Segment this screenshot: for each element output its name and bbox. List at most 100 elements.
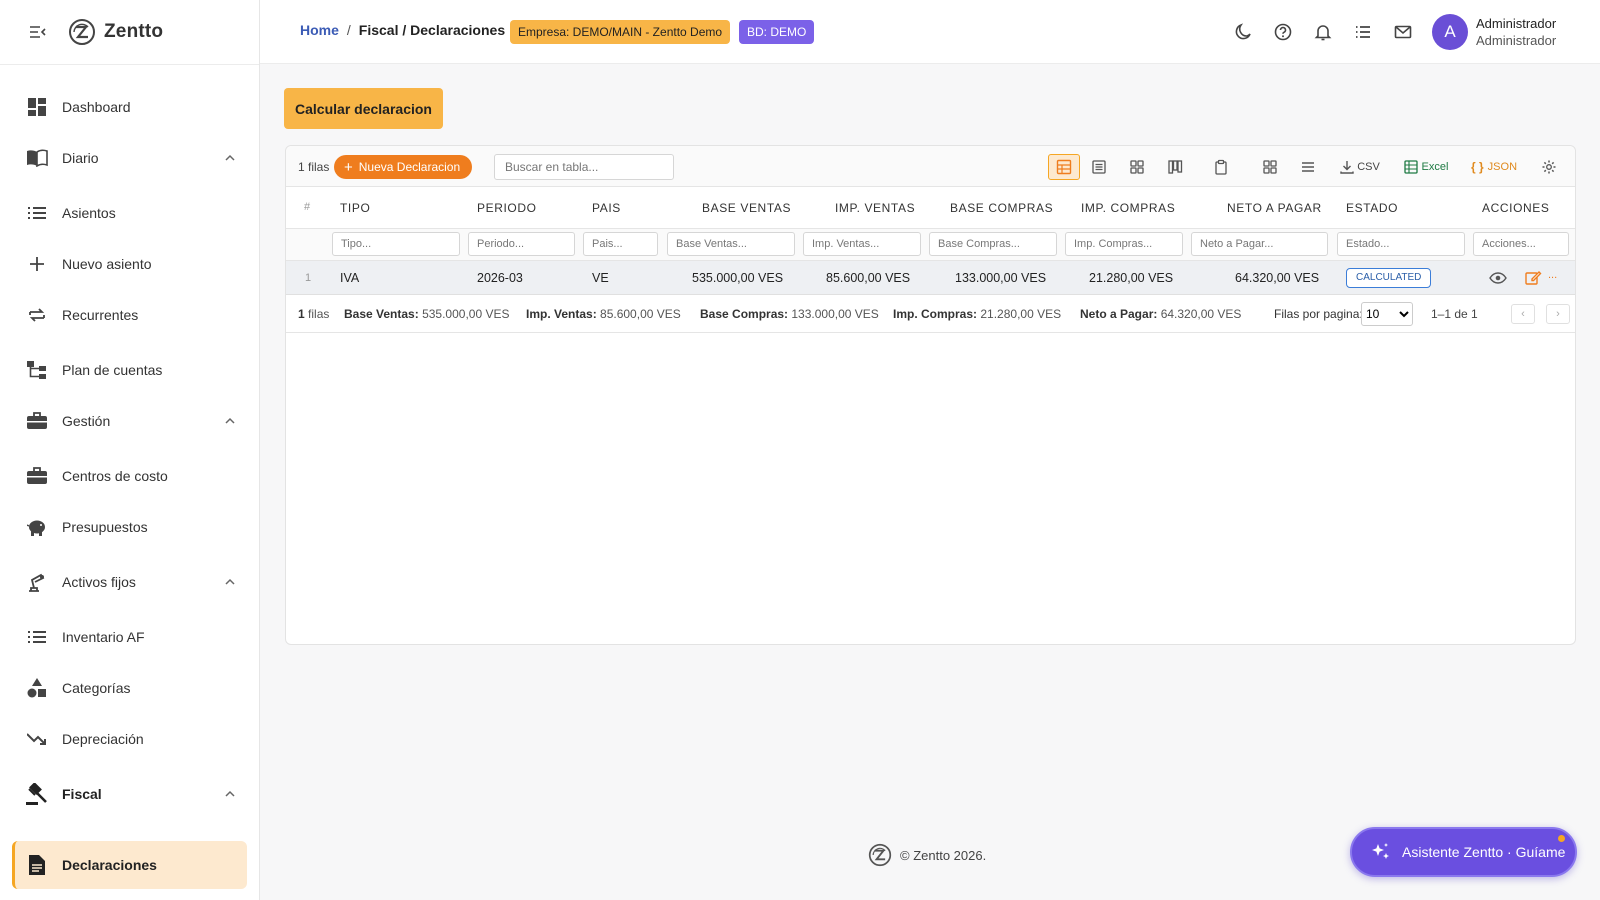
sidebar-item-dashboard[interactable]: Dashboard	[12, 84, 247, 130]
empresa-badge: Empresa: DEMO/MAIN - Zentto Demo	[510, 20, 731, 44]
summary-base-ventas: 535.000,00 VES	[422, 307, 510, 321]
sidebar-item-label: Activos fijos	[62, 574, 136, 590]
filter-imp-ventas-input[interactable]	[803, 232, 921, 256]
summary-base-compras: 133.000,00 VES	[791, 307, 879, 321]
filter-pais-input[interactable]	[583, 232, 658, 256]
plus-icon	[26, 253, 48, 275]
mail-icon[interactable]	[1393, 22, 1413, 42]
summary-imp-compras-label: Imp. Compras:	[893, 307, 978, 321]
menu-collapse-icon[interactable]	[28, 22, 48, 42]
sidebar-item-label: Nuevo asiento	[62, 256, 152, 272]
category-icon	[26, 677, 48, 699]
database-badge: BD: DEMO	[739, 20, 815, 44]
json-label: JSON	[1487, 161, 1518, 173]
table-header: # TIPO PERIODO PAIS BASE VENTAS IMP. VEN…	[286, 187, 1575, 229]
user-info[interactable]: Administrador Administrador	[1476, 15, 1556, 49]
help-icon[interactable]	[1273, 22, 1293, 42]
filter-neto-input[interactable]	[1191, 232, 1328, 256]
filter-estado-input[interactable]	[1337, 232, 1465, 256]
sidebar-item-diario[interactable]: Diario	[12, 135, 247, 181]
sidebar-item-nuevo-asiento[interactable]: Nuevo asiento	[12, 241, 247, 287]
row-index: 1	[305, 272, 312, 284]
summary-imp-compras: 21.280,00 VES	[980, 307, 1062, 321]
rows-per-page-label: Filas por pagina:	[1274, 307, 1363, 321]
column-header-estado[interactable]: ESTADO	[1346, 201, 1398, 215]
breadcrumb-home-link[interactable]: Home	[300, 22, 339, 38]
prev-page-button[interactable]: ‹	[1511, 304, 1535, 324]
column-header-pais[interactable]: PAIS	[592, 201, 621, 215]
summary-count-label: filas	[308, 307, 330, 321]
sidebar-item-declaraciones[interactable]: Declaraciones	[12, 841, 247, 889]
column-header-neto-a-pagar[interactable]: NETO A PAGAR	[1227, 201, 1322, 215]
compact-view-icon[interactable]	[1086, 154, 1112, 180]
density-icon[interactable]	[1295, 154, 1321, 180]
column-header-imp-compras[interactable]: IMP. COMPRAS	[1081, 201, 1175, 215]
more-actions-icon[interactable]: ...	[1548, 269, 1557, 281]
bell-icon[interactable]	[1313, 22, 1333, 42]
filter-periodo-input[interactable]	[468, 232, 575, 256]
row-count: 1 filas	[298, 160, 330, 174]
sidebar-item-centros-de-costo[interactable]: Centros de costo	[12, 453, 247, 499]
sidebar-item-plan-de-cuentas[interactable]: Plan de cuentas	[12, 347, 247, 393]
moon-icon[interactable]	[1233, 22, 1253, 42]
briefcase-icon	[26, 465, 48, 487]
nueva-declaracion-button[interactable]: + Nueva Declaracion	[334, 155, 473, 179]
sidebar-item-presupuestos[interactable]: Presupuestos	[12, 504, 247, 550]
filter-acciones-input[interactable]	[1473, 232, 1569, 256]
piggy-bank-icon	[26, 516, 48, 538]
filter-base-ventas-input[interactable]	[667, 232, 795, 256]
next-page-button[interactable]: ›	[1546, 304, 1570, 324]
sidebar-item-activos-fijos[interactable]: Activos fijos	[12, 559, 247, 605]
sidebar-item-gestion[interactable]: Gestión	[12, 398, 247, 444]
sidebar-item-depreciacion[interactable]: Depreciación	[12, 716, 247, 762]
sidebar-item-label: Categorías	[62, 680, 131, 696]
precision-icon	[26, 571, 48, 593]
grid-view-icon[interactable]	[1124, 154, 1150, 180]
kanban-view-icon[interactable]	[1162, 154, 1188, 180]
view-eye-icon[interactable]	[1489, 269, 1507, 287]
column-header-base-ventas[interactable]: BASE VENTAS	[702, 201, 791, 215]
table-search-input[interactable]	[494, 154, 674, 180]
summary-neto-label: Neto a Pagar:	[1080, 307, 1158, 321]
download-icon	[1340, 161, 1354, 174]
summary-imp-ventas-label: Imp. Ventas:	[526, 307, 597, 321]
column-header-tipo[interactable]: TIPO	[340, 201, 370, 215]
column-header-base-compras[interactable]: BASE COMPRAS	[950, 201, 1053, 215]
grid-toolbar: 1 filas + Nueva Declaracion CSV Excel { …	[286, 146, 1575, 187]
avatar[interactable]: A	[1432, 14, 1468, 50]
calcular-declaracion-button[interactable]: Calcular declaracion	[284, 88, 443, 129]
sidebar-item-label: Depreciación	[62, 731, 144, 747]
table-view-icon[interactable]	[1048, 154, 1080, 180]
sidebar-item-asientos[interactable]: Asientos	[12, 190, 247, 236]
sidebar-item-categorias[interactable]: Categorías	[12, 665, 247, 711]
column-header-imp-ventas[interactable]: IMP. VENTAS	[835, 201, 915, 215]
sidebar-item-fiscal[interactable]: Fiscal	[12, 771, 247, 817]
breadcrumb-current: Fiscal / Declaraciones	[358, 22, 506, 38]
filter-base-compras-input[interactable]	[929, 232, 1057, 256]
list-icon[interactable]	[1353, 22, 1373, 42]
export-json-button[interactable]: { } JSON	[1470, 154, 1518, 180]
list-icon	[26, 626, 48, 648]
sidebar-item-inventario-af[interactable]: Inventario AF	[12, 614, 247, 660]
summary-base-ventas-label: Base Ventas:	[344, 307, 419, 321]
sidebar-item-recurrentes[interactable]: Recurrentes	[12, 292, 247, 338]
clipboard-icon[interactable]	[1208, 154, 1234, 180]
column-header-periodo[interactable]: PERIODO	[477, 201, 537, 215]
table-row[interactable]: 1 IVA 2026-03 VE 535.000,00 VES 85.600,0…	[286, 261, 1575, 295]
filter-imp-compras-input[interactable]	[1065, 232, 1183, 256]
settings-gear-icon[interactable]	[1536, 154, 1562, 180]
trending-down-icon	[26, 728, 48, 750]
filter-tipo-input[interactable]	[332, 232, 460, 256]
export-csv-button[interactable]: CSV	[1338, 154, 1382, 180]
rows-per-page-select[interactable]: 10	[1361, 302, 1413, 326]
assistant-button[interactable]: Asistente Zentto · Guíame	[1350, 827, 1577, 877]
nueva-declaracion-label: Nueva Declaracion	[358, 160, 461, 174]
column-header-acciones[interactable]: ACCIONES	[1482, 201, 1549, 215]
data-grid: 1 filas + Nueva Declaracion CSV Excel { …	[285, 145, 1576, 645]
export-excel-button[interactable]: Excel	[1402, 154, 1450, 180]
sidebar: Zentto Dashboard Diario Asientos Nuevo a…	[0, 0, 260, 900]
edit-icon[interactable]	[1524, 269, 1542, 287]
copyright-text: © Zentto 2026.	[900, 847, 987, 863]
filter-row	[286, 229, 1575, 261]
apps-icon[interactable]	[1257, 154, 1283, 180]
